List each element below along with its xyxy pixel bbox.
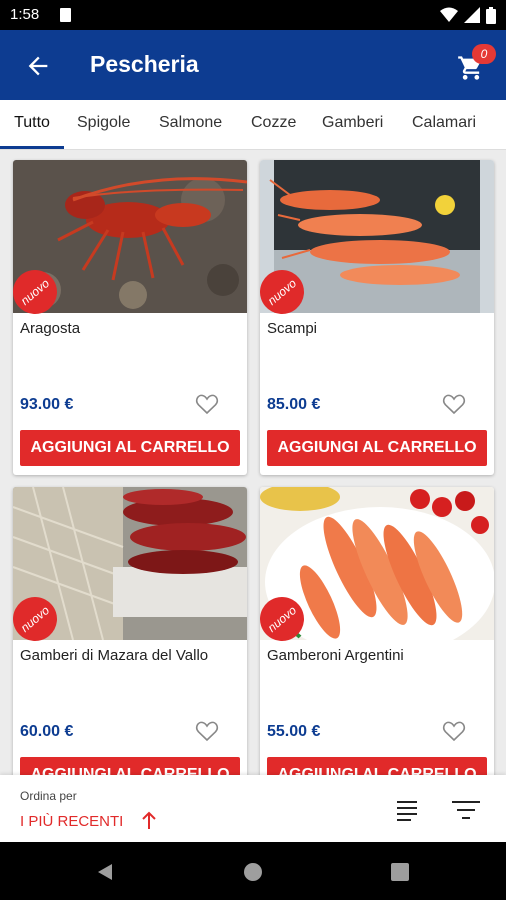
status-bar: 1:58 (0, 0, 506, 30)
battery-icon (486, 6, 496, 24)
heart-icon[interactable] (195, 720, 219, 742)
product-card[interactable]: nuovo Scampi 85.00 € AGGIUNGI AL CARRELL… (260, 160, 494, 475)
product-price: 55.00 € (267, 723, 321, 740)
status-time: 1:58 (10, 6, 40, 23)
sort-value[interactable]: I PIÙ RECENTI (20, 813, 123, 830)
product-card[interactable]: nuovo Gamberi di Mazara del Vallo 60.00 … (13, 487, 247, 775)
category-tabs: Tutto Spigole Salmone Cozze Gamberi Cala… (0, 100, 506, 150)
product-card[interactable]: nuovo Aragosta 93.00 € AGGIUNGI AL CARRE… (13, 160, 247, 475)
wifi-icon (440, 7, 458, 22)
product-card[interactable]: nuovo Gamberoni Argentini 55.00 € AGGIUN… (260, 487, 494, 775)
add-to-cart-button[interactable]: AGGIUNGI AL CARRELLO (20, 757, 240, 775)
page-title: Pescheria (90, 51, 199, 77)
product-grid: nuovo Aragosta 93.00 € AGGIUNGI AL CARRE… (0, 150, 506, 775)
product-name: Scampi (267, 320, 318, 337)
arrow-up-icon[interactable] (140, 811, 158, 831)
filter-icon[interactable] (452, 799, 480, 821)
product-name: Gamberoni Argentini (267, 647, 404, 664)
heart-icon[interactable] (442, 393, 466, 415)
sd-card-icon (60, 8, 71, 22)
heart-icon[interactable] (442, 720, 466, 742)
product-name: Aragosta (20, 320, 81, 337)
nav-back-icon[interactable] (96, 862, 114, 882)
product-price: 60.00 € (20, 723, 74, 740)
product-name: Gamberi di Mazara del Vallo (20, 647, 209, 664)
app-bar: Pescheria 0 (0, 30, 506, 100)
nav-home-icon[interactable] (243, 862, 263, 882)
tab-tutto[interactable]: Tutto (0, 100, 64, 149)
tab-calamari[interactable]: Calamari (412, 100, 476, 149)
sort-label: Ordina per (20, 789, 77, 803)
add-to-cart-button[interactable]: AGGIUNGI AL CARRELLO (267, 430, 487, 466)
heart-icon[interactable] (195, 393, 219, 415)
signal-icon (464, 7, 480, 23)
back-arrow-icon[interactable] (24, 52, 52, 80)
add-to-cart-button[interactable]: AGGIUNGI AL CARRELLO (20, 430, 240, 466)
nav-recents-icon[interactable] (391, 863, 409, 881)
tab-spigole[interactable]: Spigole (77, 100, 130, 149)
system-nav-bar (0, 842, 506, 900)
product-price: 93.00 € (20, 396, 74, 413)
cart-count-badge: 0 (472, 44, 496, 64)
tab-gamberi[interactable]: Gamberi (322, 100, 383, 149)
product-price: 85.00 € (267, 396, 321, 413)
list-view-icon[interactable] (395, 799, 419, 821)
sort-bar: Ordina per I PIÙ RECENTI (0, 775, 506, 842)
add-to-cart-button[interactable]: AGGIUNGI AL CARRELLO (267, 757, 487, 775)
tab-cozze[interactable]: Cozze (251, 100, 296, 149)
tab-salmone[interactable]: Salmone (159, 100, 222, 149)
